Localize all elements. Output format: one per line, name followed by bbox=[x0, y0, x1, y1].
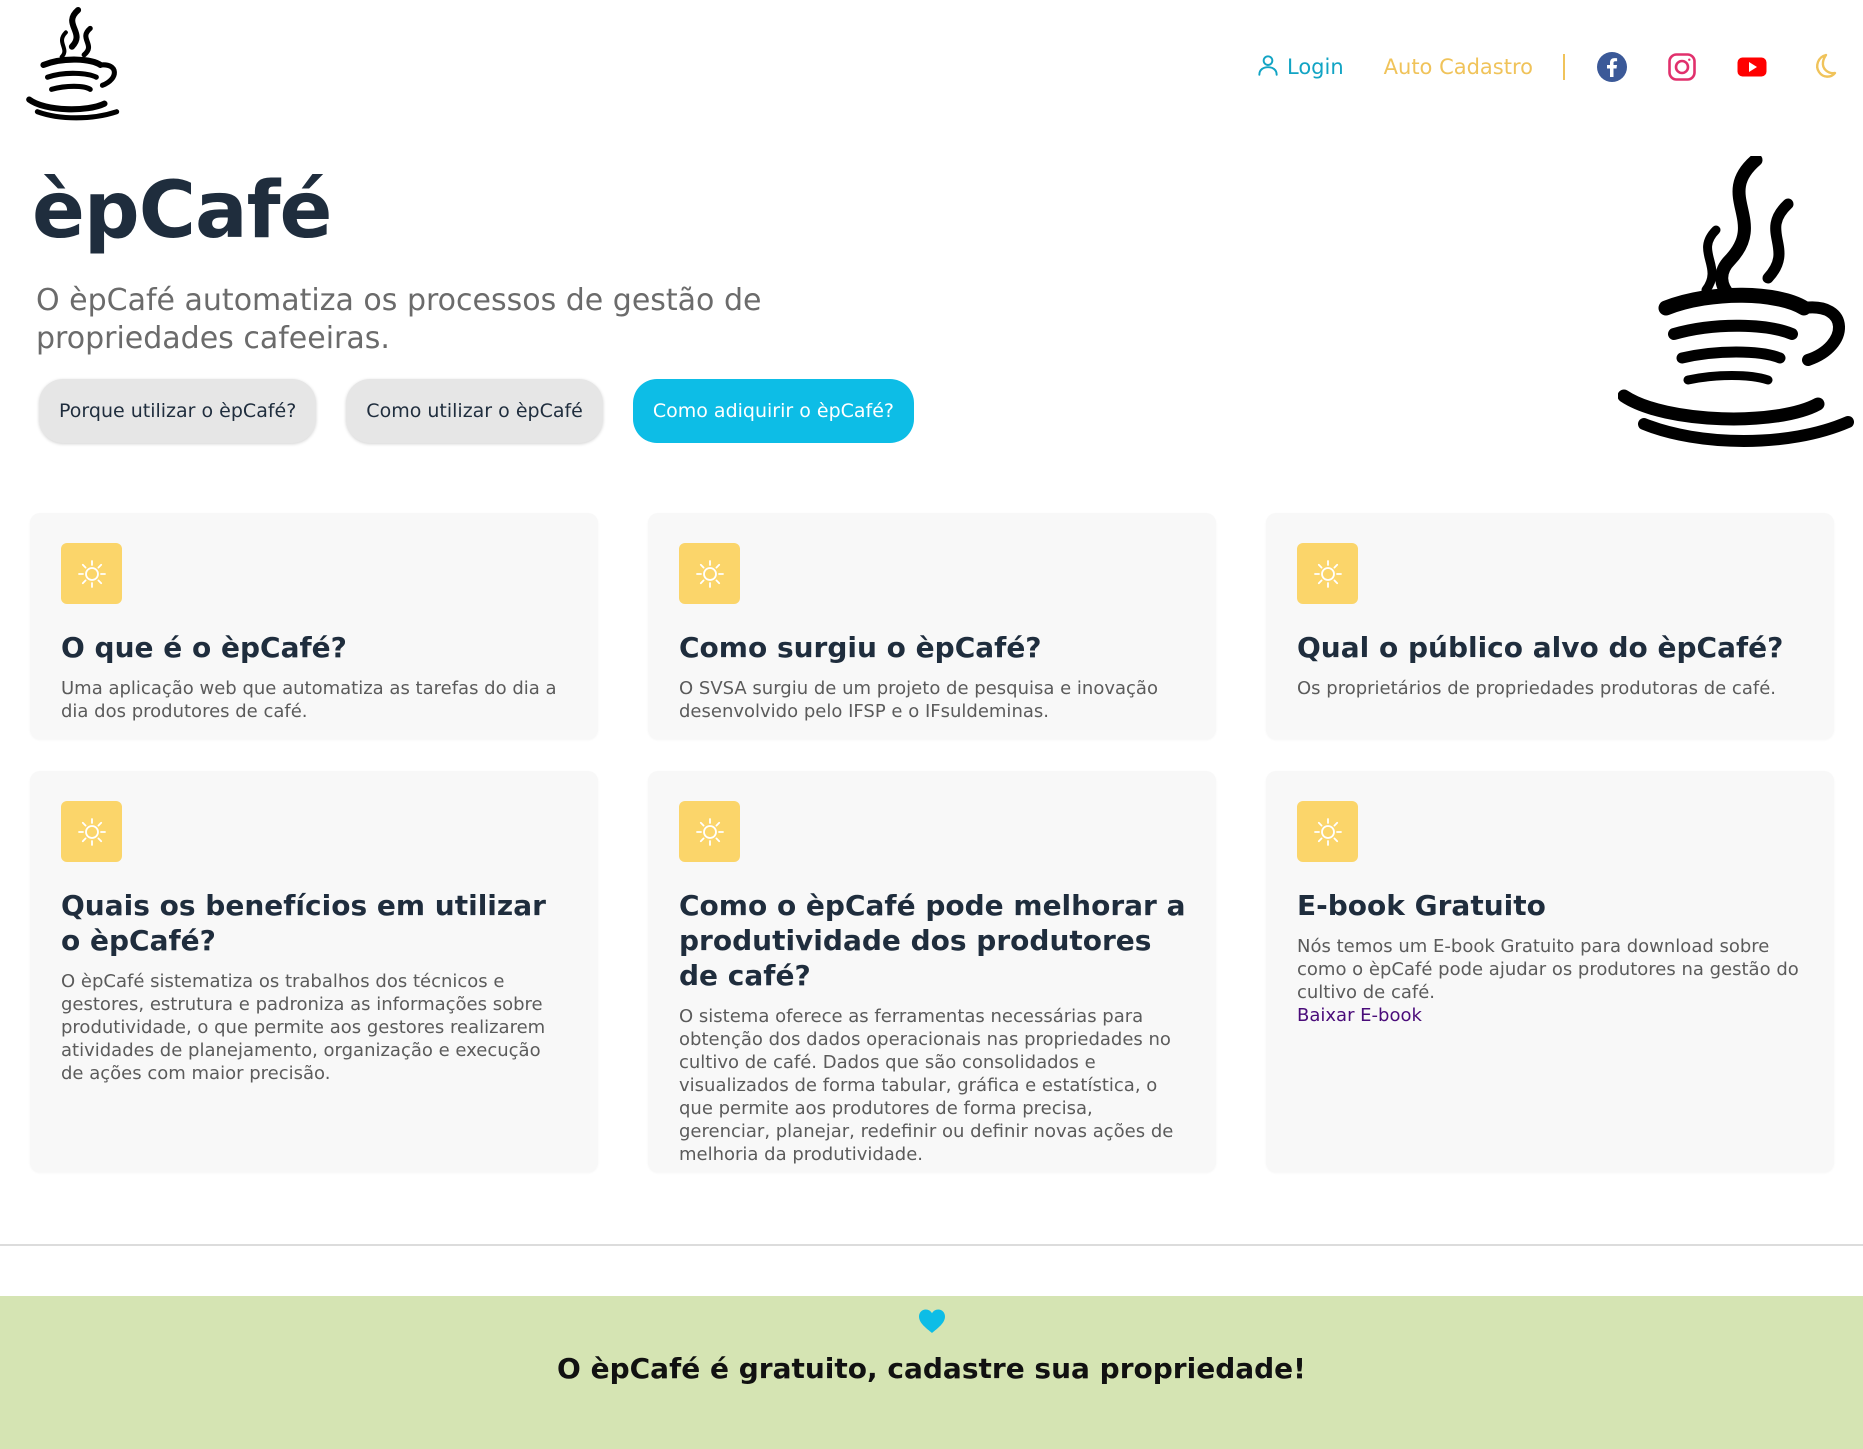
header: Login Auto Cadastro bbox=[0, 0, 1863, 140]
feature-card: E-book Gratuito Nós temos um E-book Grat… bbox=[1266, 771, 1834, 1172]
feature-card: Quais os benefícios em utilizar o èpCafé… bbox=[30, 771, 598, 1172]
porque-utilizar-button[interactable]: Porque utilizar o èpCafé? bbox=[39, 379, 317, 443]
feature-text: O SVSA surgiu de um projeto de pesquisa … bbox=[679, 678, 1158, 722]
sun-icon bbox=[679, 543, 740, 604]
feature-title: Como o èpCafé pode melhorar a produtivid… bbox=[679, 889, 1186, 992]
top-nav: Login Auto Cadastro bbox=[1255, 46, 1839, 88]
feature-title: Qual o público alvo do èpCafé? bbox=[1297, 631, 1784, 664]
facebook-icon[interactable] bbox=[1595, 50, 1629, 84]
sun-icon bbox=[679, 801, 740, 862]
features-grid: O que é o èpCafé? Uma aplicação web que … bbox=[30, 513, 1834, 1172]
cta-text: O èpCafé é gratuito, cadastre sua propri… bbox=[557, 1352, 1306, 1385]
page-title: èpCafé bbox=[32, 166, 332, 256]
feature-title: O que é o èpCafé? bbox=[61, 631, 347, 664]
instagram-icon[interactable] bbox=[1665, 50, 1699, 84]
hero-buttons: Porque utilizar o èpCafé? Como utilizar … bbox=[39, 379, 915, 443]
moon-icon[interactable] bbox=[1805, 50, 1839, 84]
login-label: Login bbox=[1286, 55, 1344, 79]
como-utilizar-button[interactable]: Como utilizar o èpCafé bbox=[346, 379, 603, 443]
cta-banner: O èpCafé é gratuito, cadastre sua propri… bbox=[0, 1296, 1863, 1449]
hero-coffee-cup-icon bbox=[1617, 153, 1854, 454]
feature-title: Quais os benefícios em utilizar o èpCafé… bbox=[61, 889, 546, 957]
como-adquirir-button[interactable]: Como adiquirir o èpCafé? bbox=[632, 379, 915, 443]
user-icon bbox=[1255, 52, 1281, 83]
feature-card: Como o èpCafé pode melhorar a produtivid… bbox=[648, 771, 1216, 1172]
sun-icon bbox=[61, 543, 122, 604]
baixar-ebook-link[interactable]: Baixar E-book bbox=[1297, 1004, 1804, 1027]
feature-text: Os proprietários de propriedades produto… bbox=[1297, 678, 1776, 699]
hero-subtitle: O èpCafé automatiza os processos de gest… bbox=[36, 283, 762, 356]
feature-card: Como surgiu o èpCafé? O SVSA surgiu de u… bbox=[648, 513, 1216, 739]
nav-separator bbox=[1563, 54, 1565, 80]
heart-icon bbox=[918, 1308, 946, 1334]
feature-text: O sistema oferece as ferramentas necessá… bbox=[679, 1006, 1174, 1165]
sun-icon bbox=[1297, 543, 1358, 604]
sun-icon bbox=[61, 801, 122, 862]
youtube-icon[interactable] bbox=[1735, 50, 1769, 84]
section-divider bbox=[0, 1244, 1863, 1246]
feature-title: E-book Gratuito bbox=[1297, 889, 1546, 922]
feature-card: Qual o público alvo do èpCafé? Os propri… bbox=[1266, 513, 1834, 739]
feature-card: O que é o èpCafé? Uma aplicação web que … bbox=[30, 513, 598, 739]
login-link[interactable]: Login bbox=[1255, 52, 1344, 83]
sun-icon bbox=[1297, 801, 1358, 862]
feature-text: Nós temos um E-book Gratuito para downlo… bbox=[1297, 936, 1799, 1003]
feature-text: O èpCafé sistematiza os trabalhos dos té… bbox=[61, 971, 546, 1084]
feature-text: Uma aplicação web que automatiza as tare… bbox=[61, 678, 557, 722]
auto-cadastro-link[interactable]: Auto Cadastro bbox=[1384, 55, 1533, 79]
feature-title: Como surgiu o èpCafé? bbox=[679, 631, 1042, 664]
coffee-cup-icon[interactable] bbox=[24, 6, 128, 128]
